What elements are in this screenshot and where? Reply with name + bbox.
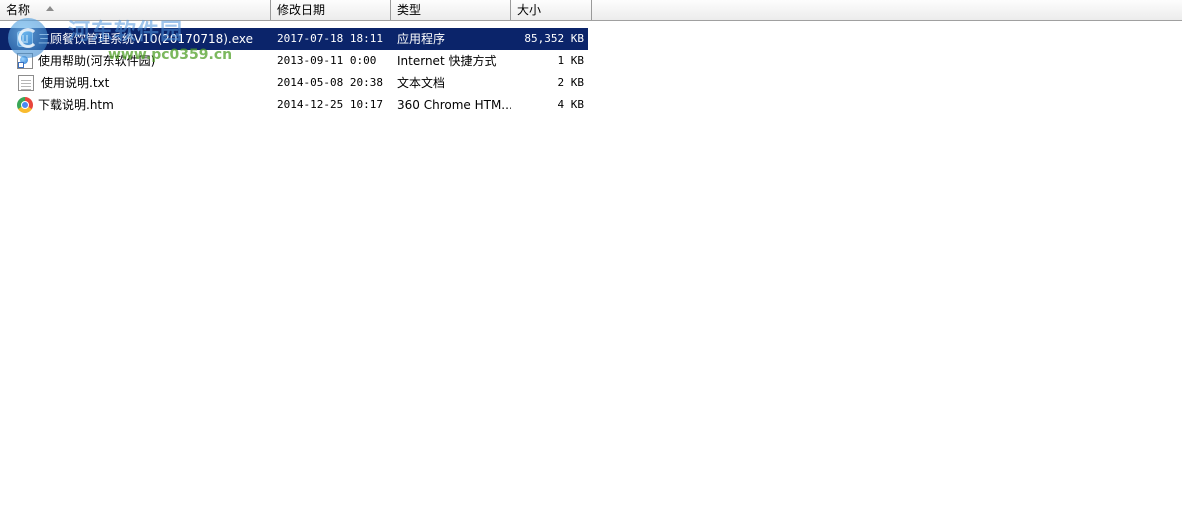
- column-header-size[interactable]: 大小: [511, 0, 592, 20]
- file-list: 三顾餐饮管理系统V10(20170718).exe 2017-07-18 18:…: [0, 28, 600, 116]
- internet-shortcut-icon: [17, 53, 33, 69]
- text-file-icon: [18, 75, 34, 91]
- app-icon: [17, 31, 33, 47]
- file-name-cell: 使用说明.txt: [0, 72, 271, 94]
- file-date: 2013-09-11 0:00: [277, 54, 377, 67]
- file-explorer: 名称 修改日期 类型 大小 三顾餐饮管理系统V10(20170718).exe …: [0, 0, 1182, 531]
- sort-ascending-icon: [46, 6, 54, 11]
- file-size: 85,352 KB: [524, 32, 584, 45]
- file-type: 应用程序: [397, 32, 446, 46]
- file-name: 使用说明.txt: [41, 76, 110, 90]
- column-header-name-label: 名称: [6, 3, 31, 17]
- file-date: 2017-07-18 18:11: [277, 32, 383, 45]
- chrome-html-icon: [17, 97, 33, 113]
- column-header-size-label: 大小: [517, 3, 542, 17]
- file-name-cell: 三顾餐饮管理系统V10(20170718).exe: [0, 28, 271, 50]
- column-header-type[interactable]: 类型: [391, 0, 511, 20]
- file-date: 2014-12-25 10:17: [277, 98, 383, 111]
- file-type: 360 Chrome HTM...: [397, 98, 511, 112]
- file-size: 4 KB: [557, 98, 585, 111]
- column-header-date[interactable]: 修改日期: [271, 0, 391, 20]
- file-date: 2014-05-08 20:38: [277, 76, 383, 89]
- file-row[interactable]: 使用说明.txt 2014-05-08 20:38 文本文档 2 KB: [0, 72, 600, 94]
- file-name: 三顾餐饮管理系统V10(20170718).exe: [38, 32, 254, 46]
- column-header-bar: 名称 修改日期 类型 大小: [0, 0, 1182, 21]
- file-name: 使用帮助(河东软件园): [38, 54, 156, 68]
- file-row[interactable]: 下载说明.htm 2014-12-25 10:17 360 Chrome HTM…: [0, 94, 600, 116]
- file-size: 2 KB: [557, 76, 585, 89]
- file-row[interactable]: 三顾餐饮管理系统V10(20170718).exe 2017-07-18 18:…: [0, 28, 588, 50]
- column-header-name[interactable]: 名称: [0, 0, 271, 20]
- file-name-cell: 下载说明.htm: [0, 94, 271, 116]
- file-type: 文本文档: [397, 76, 446, 90]
- column-header-filler: [592, 0, 1182, 20]
- file-size: 1 KB: [557, 54, 585, 67]
- file-name: 下载说明.htm: [38, 98, 114, 112]
- column-header-date-label: 修改日期: [277, 3, 326, 17]
- file-type: Internet 快捷方式: [397, 54, 497, 68]
- file-row[interactable]: 使用帮助(河东软件园) 2013-09-11 0:00 Internet 快捷方…: [0, 50, 600, 72]
- column-header-type-label: 类型: [397, 3, 422, 17]
- file-name-cell: 使用帮助(河东软件园): [0, 50, 271, 72]
